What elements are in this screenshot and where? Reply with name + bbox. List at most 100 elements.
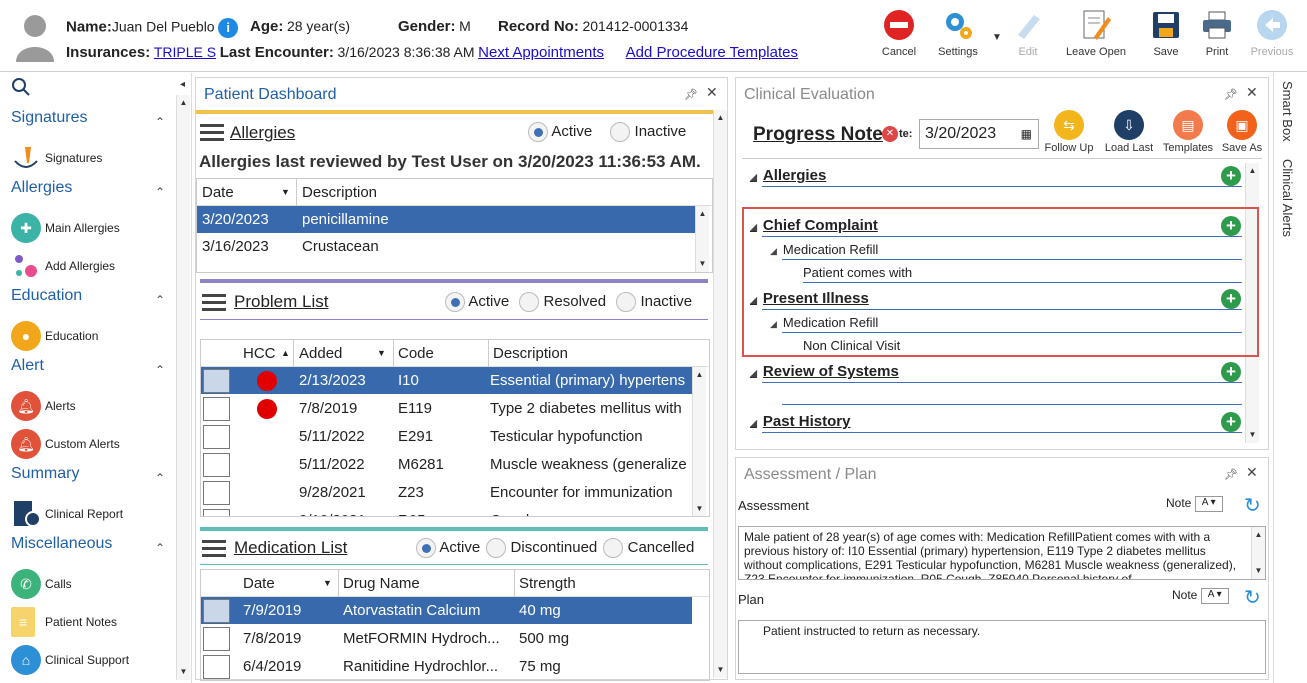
scroll-down-icon[interactable]: ▼ bbox=[178, 666, 189, 678]
table-row[interactable]: 5/11/2022 E291 Testicular hypofunction bbox=[201, 423, 692, 450]
close-icon[interactable]: ✕ bbox=[1246, 84, 1258, 101]
save-button[interactable]: Save bbox=[1140, 8, 1192, 58]
pin-icon[interactable]: 📌︎ bbox=[684, 88, 698, 101]
medication-list-title[interactable]: Medication List bbox=[234, 538, 347, 558]
col-added[interactable]: Added bbox=[299, 340, 342, 367]
previous-button[interactable]: Previous bbox=[1246, 8, 1298, 58]
section-summary[interactable]: Summary bbox=[11, 465, 79, 483]
chevron-up-icon[interactable]: ⌃ bbox=[155, 293, 165, 307]
sidebar-item-main-allergies[interactable]: ✚ Main Allergies bbox=[11, 213, 120, 243]
tab-smart-box[interactable]: Smart Box bbox=[1280, 81, 1295, 142]
sidebar-item-signatures[interactable]: Signatures bbox=[11, 143, 102, 173]
section-allergies[interactable]: ◢ Allergies bbox=[750, 167, 826, 184]
col-description[interactable]: Description bbox=[302, 179, 377, 206]
add-icon[interactable]: + bbox=[1221, 362, 1241, 382]
pin-icon[interactable]: 📌︎ bbox=[1224, 468, 1238, 481]
problem-menu-icon[interactable] bbox=[202, 294, 226, 315]
medication-discontinued-radio[interactable] bbox=[486, 538, 507, 558]
sort-dropdown-icon[interactable]: ▼ bbox=[281, 179, 290, 206]
scroll-up-icon[interactable]: ▲ bbox=[715, 112, 726, 124]
date-field[interactable]: 3/20/2023 ▦ bbox=[919, 119, 1039, 149]
refresh-icon[interactable]: ↻ bbox=[1244, 493, 1261, 518]
add-procedure-templates-link[interactable]: Add Procedure Templates bbox=[626, 44, 798, 61]
allergies-active-radio[interactable] bbox=[528, 122, 548, 142]
pi-medication-refill[interactable]: ◢ Medication Refill bbox=[770, 315, 878, 330]
problem-inactive-radio[interactable] bbox=[616, 292, 637, 312]
settings-dropdown-icon[interactable]: ▼ bbox=[992, 32, 1002, 43]
medication-menu-icon[interactable] bbox=[202, 540, 226, 561]
section-signatures[interactable]: Signatures bbox=[11, 109, 88, 127]
allergies-scrollbar[interactable]: ▲ ▼ bbox=[695, 206, 709, 272]
allergies-inactive-radio[interactable] bbox=[610, 122, 631, 142]
section-miscellaneous[interactable]: Miscellaneous bbox=[11, 535, 112, 553]
chevron-up-icon[interactable]: ⌃ bbox=[155, 471, 165, 485]
problem-scrollbar[interactable]: ▲ ▼ bbox=[692, 367, 706, 516]
section-chief-complaint[interactable]: ◢ Chief Complaint bbox=[750, 217, 878, 234]
chevron-up-icon[interactable]: ⌃ bbox=[155, 185, 165, 199]
assessment-text[interactable]: Male patient of 28 year(s) of age comes … bbox=[738, 526, 1266, 580]
section-allergies[interactable]: Allergies bbox=[11, 179, 72, 197]
medication-active-radio[interactable] bbox=[416, 538, 436, 558]
clear-icon[interactable]: ✕ bbox=[882, 126, 898, 142]
leave-open-button[interactable]: Leave Open bbox=[1062, 8, 1130, 58]
close-icon[interactable]: ✕ bbox=[706, 84, 718, 101]
sort-dropdown-icon[interactable]: ▼ bbox=[323, 570, 332, 597]
sort-ascending-icon[interactable]: ▲ bbox=[281, 340, 290, 367]
dashboard-scrollbar[interactable]: ▲ ▼ bbox=[713, 110, 727, 678]
add-icon[interactable]: + bbox=[1221, 412, 1241, 432]
load-last-button[interactable]: ⇩ Load Last bbox=[1100, 110, 1158, 154]
calendar-icon[interactable]: ▦ bbox=[1021, 120, 1032, 148]
cc-medication-refill[interactable]: ◢ Medication Refill bbox=[770, 242, 878, 257]
close-icon[interactable]: ✕ bbox=[1246, 464, 1258, 481]
chevron-up-icon[interactable]: ⌃ bbox=[155, 541, 165, 555]
plan-text[interactable]: Patient instructed to return as necessar… bbox=[738, 620, 1266, 674]
search-icon[interactable] bbox=[11, 77, 31, 100]
problem-active-radio[interactable] bbox=[445, 292, 465, 312]
chevron-up-icon[interactable]: ⌃ bbox=[155, 363, 165, 377]
sidebar-item-calls[interactable]: ✆ Calls bbox=[11, 569, 72, 599]
save-as-button[interactable]: ▣ Save As bbox=[1213, 110, 1271, 154]
section-review-of-systems[interactable]: ◢ Review of Systems bbox=[750, 363, 899, 380]
insurance-link[interactable]: TRIPLE S bbox=[154, 44, 216, 60]
scroll-down-icon[interactable]: ▼ bbox=[715, 664, 726, 676]
table-row[interactable]: 7/8/2019 E119 Type 2 diabetes mellitus w… bbox=[201, 395, 692, 422]
info-icon[interactable]: i bbox=[218, 18, 239, 38]
next-appointments-link[interactable]: Next Appointments bbox=[478, 44, 604, 61]
print-button[interactable]: Print bbox=[1191, 8, 1243, 58]
progress-note-title[interactable]: Progress Note bbox=[753, 124, 883, 146]
add-icon[interactable]: + bbox=[1221, 289, 1241, 309]
section-alert[interactable]: Alert bbox=[11, 357, 44, 375]
add-icon[interactable]: + bbox=[1221, 216, 1241, 236]
collapse-sidebar-icon[interactable]: ◂ bbox=[180, 79, 185, 90]
follow-up-button[interactable]: ⇆ Follow Up bbox=[1040, 110, 1098, 154]
pi-detail[interactable]: Non Clinical Visit bbox=[803, 338, 900, 353]
edit-button[interactable]: Edit bbox=[1002, 8, 1054, 58]
sidebar-item-education[interactable]: ● Education bbox=[11, 321, 98, 351]
tab-clinical-alerts[interactable]: Clinical Alerts bbox=[1280, 159, 1295, 237]
settings-button[interactable]: Settings bbox=[932, 8, 984, 58]
col-code[interactable]: Code bbox=[398, 340, 434, 367]
problem-resolved-radio[interactable] bbox=[519, 292, 540, 312]
col-description[interactable]: Description bbox=[493, 340, 568, 367]
sidebar-item-add-allergies[interactable]: Add Allergies bbox=[11, 251, 115, 281]
row-checkbox[interactable] bbox=[203, 599, 230, 623]
chevron-up-icon[interactable]: ⌃ bbox=[155, 115, 165, 129]
col-date[interactable]: Date bbox=[202, 179, 234, 206]
table-row[interactable]: 9/28/2021 Z23 Encounter for immunization bbox=[201, 479, 692, 506]
section-past-history[interactable]: ◢ Past History bbox=[750, 413, 850, 430]
col-date[interactable]: Date bbox=[243, 570, 275, 597]
table-row[interactable]: 9/10/2021 R05 Cough bbox=[201, 507, 692, 516]
scroll-up-icon[interactable]: ▲ bbox=[178, 97, 189, 109]
sidebar-item-custom-alerts[interactable]: 🔔︎ Custom Alerts bbox=[11, 429, 120, 459]
medication-cancelled-radio[interactable] bbox=[603, 538, 624, 558]
col-strength[interactable]: Strength bbox=[519, 570, 576, 597]
sort-dropdown-icon[interactable]: ▼ bbox=[377, 340, 386, 367]
table-row[interactable]: 3/16/2023 Crustacean bbox=[197, 233, 695, 260]
pin-icon[interactable]: 📌︎ bbox=[1224, 88, 1238, 101]
section-present-illness[interactable]: ◢ Present Illness bbox=[750, 290, 869, 307]
templates-button[interactable]: ▤ Templates bbox=[1159, 110, 1217, 154]
assessment-note-dropdown[interactable]: Note A ▾ bbox=[1166, 496, 1223, 512]
table-row[interactable]: 6/4/2019 Ranitidine Hydrochlor... 75 mg bbox=[201, 653, 692, 680]
refresh-icon[interactable]: ↻ bbox=[1244, 585, 1261, 610]
allergies-title[interactable]: Allergies bbox=[230, 123, 295, 143]
